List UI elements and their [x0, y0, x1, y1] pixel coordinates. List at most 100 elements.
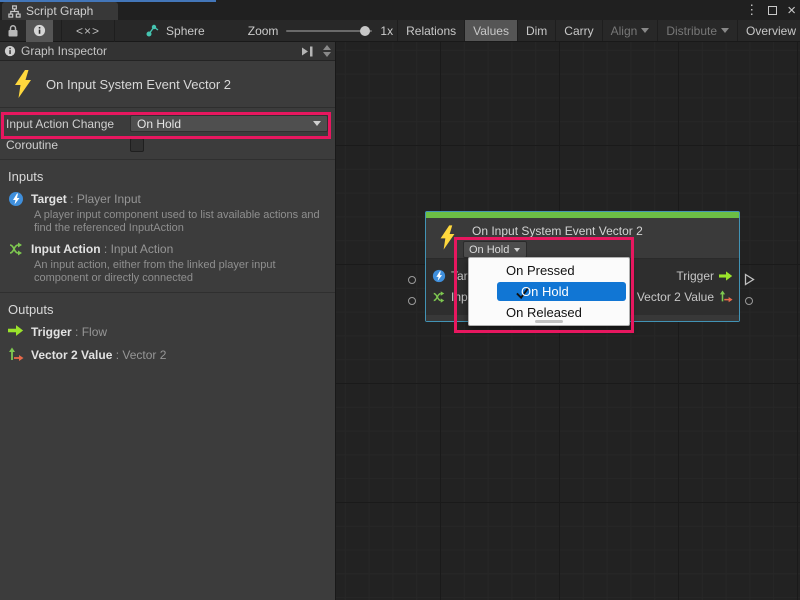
port-type: Player Input	[77, 192, 141, 206]
input-action-icon	[432, 290, 446, 304]
coroutine-checkbox[interactable]	[130, 138, 144, 152]
menu-item-on-released[interactable]: On Released	[469, 302, 629, 323]
toggle-dim[interactable]: Dim	[517, 20, 555, 41]
dropdown-value: On Hold	[137, 117, 181, 131]
close-icon[interactable]: ×	[787, 2, 796, 19]
toggle-carry[interactable]: Carry	[555, 20, 601, 41]
port-sep: :	[101, 242, 111, 256]
toggle-label: Align	[611, 24, 638, 38]
tab-bar: Script Graph ⋮ ×	[0, 0, 800, 20]
port-type: Vector 2	[122, 348, 166, 362]
code-view-button[interactable]: <×>	[62, 20, 114, 42]
node-header: On Input System Event Vector 2 On Hold	[426, 218, 739, 259]
chevron-down-icon	[313, 121, 321, 126]
selected-unit-title: On Input System Event Vector 2	[0, 61, 335, 108]
lightning-bolt-icon	[438, 224, 457, 251]
node-output-port-trigger[interactable]	[744, 273, 755, 291]
port-description: An input action, either from the linked …	[8, 257, 308, 288]
lock-icon	[7, 24, 19, 38]
chevron-down-icon	[721, 28, 729, 33]
dock-panel-icon[interactable]	[300, 45, 314, 58]
vector2-icon	[719, 290, 733, 304]
output-port-trigger: Trigger : Flow	[0, 321, 335, 344]
zoom-slider[interactable]	[286, 30, 372, 32]
player-input-icon	[432, 269, 446, 283]
toggle-label: Distribute	[666, 24, 717, 38]
toggle-values[interactable]: Values	[464, 20, 517, 41]
vector2-icon	[8, 347, 24, 363]
align-menu-button[interactable]: Align	[602, 20, 658, 41]
outputs-heading: Outputs	[0, 293, 335, 321]
zoom-slider-handle[interactable]	[360, 26, 370, 36]
port-type: Input Action	[111, 242, 174, 256]
inspector-toggle-button[interactable]	[26, 20, 53, 42]
port-sep: :	[112, 348, 122, 362]
input-port-input-action: Input Action : Input Action An input act…	[0, 238, 335, 288]
tab-label: Script Graph	[26, 4, 93, 18]
scroll-spinner[interactable]	[323, 45, 331, 57]
graph-node-icon	[146, 24, 160, 37]
menu-item-label: On Released	[506, 305, 582, 320]
info-icon	[33, 24, 46, 37]
unit-title-text: On Input System Event Vector 2	[46, 77, 231, 92]
lock-button[interactable]	[0, 20, 26, 42]
node-right-port-label: Vector 2 Value	[637, 290, 714, 304]
port-name: Trigger	[31, 325, 72, 339]
distribute-menu-button[interactable]: Distribute	[657, 20, 737, 41]
output-port-vector2: Vector 2 Value : Vector 2	[0, 344, 335, 363]
unity-visual-scripting-window: Script Graph ⋮ × <×>	[0, 0, 800, 600]
player-input-icon	[8, 191, 24, 207]
field-label-input-action-change: Input Action Change	[6, 117, 130, 131]
toggle-label: Overview	[746, 24, 796, 38]
port-sep: :	[72, 325, 82, 339]
field-label-coroutine: Coroutine	[6, 138, 130, 152]
node-input-port-target[interactable]	[408, 276, 416, 284]
graph-inspector-header: Graph Inspector	[0, 42, 335, 61]
node-action-change-dropdown[interactable]: On Hold	[463, 241, 527, 258]
node-output-port-vector2[interactable]	[745, 297, 753, 305]
graph-toolbar: <×> Sphere Zoom 1x Relations Values Dim …	[0, 20, 800, 42]
inputs-heading: Inputs	[0, 160, 335, 188]
tab-script-graph[interactable]: Script Graph	[2, 2, 118, 20]
action-change-context-menu: On Pressed On Hold On Released	[468, 257, 630, 326]
input-port-target: Target : Player Input A player input com…	[0, 188, 335, 238]
maximize-icon[interactable]	[768, 6, 777, 15]
toggle-label: Relations	[406, 24, 456, 38]
lightning-bolt-icon	[12, 69, 34, 99]
menu-item-on-hold[interactable]: On Hold	[469, 281, 629, 302]
menu-item-label: On Pressed	[506, 263, 575, 278]
port-sep: :	[67, 192, 77, 206]
node-right-port-label: Trigger	[676, 269, 714, 283]
flow-arrow-icon	[8, 324, 24, 340]
window-menu-icon[interactable]: ⋮	[745, 2, 758, 18]
toggle-label: Values	[473, 24, 509, 38]
script-graph-icon	[8, 5, 21, 18]
menu-item-on-pressed[interactable]: On Pressed	[469, 260, 629, 281]
menu-item-label: On Hold	[521, 284, 569, 299]
menu-scroll-handle	[535, 320, 563, 323]
zoom-label: Zoom	[244, 24, 283, 38]
input-action-icon	[8, 241, 24, 257]
node-input-port-input-action[interactable]	[408, 297, 416, 305]
dropdown-value: On Hold	[469, 244, 509, 256]
chevron-down-icon	[641, 28, 649, 33]
chevron-down-icon	[514, 248, 520, 252]
input-action-change-dropdown[interactable]: On Hold	[130, 115, 328, 132]
flow-arrow-icon	[719, 269, 733, 283]
toggle-relations[interactable]: Relations	[397, 20, 464, 41]
port-description: A player input component used to list av…	[8, 207, 326, 238]
code-icon: <×>	[76, 24, 100, 38]
node-title: On Input System Event Vector 2	[472, 224, 643, 238]
port-name: Target	[31, 192, 67, 206]
zoom-value: 1x	[376, 24, 397, 38]
port-type: Flow	[82, 325, 107, 339]
overview-button[interactable]: Overview	[737, 20, 800, 41]
inspector-title: Graph Inspector	[21, 44, 107, 58]
graph-reference-label: Sphere	[166, 24, 205, 38]
info-icon	[4, 45, 16, 57]
graph-reference-button[interactable]: Sphere	[139, 20, 212, 42]
toggle-label: Carry	[564, 24, 593, 38]
port-name: Vector 2 Value	[31, 348, 112, 362]
port-name: Input Action	[31, 242, 101, 256]
graph-inspector-panel: Graph Inspector On Input System Event Ve…	[0, 42, 336, 600]
